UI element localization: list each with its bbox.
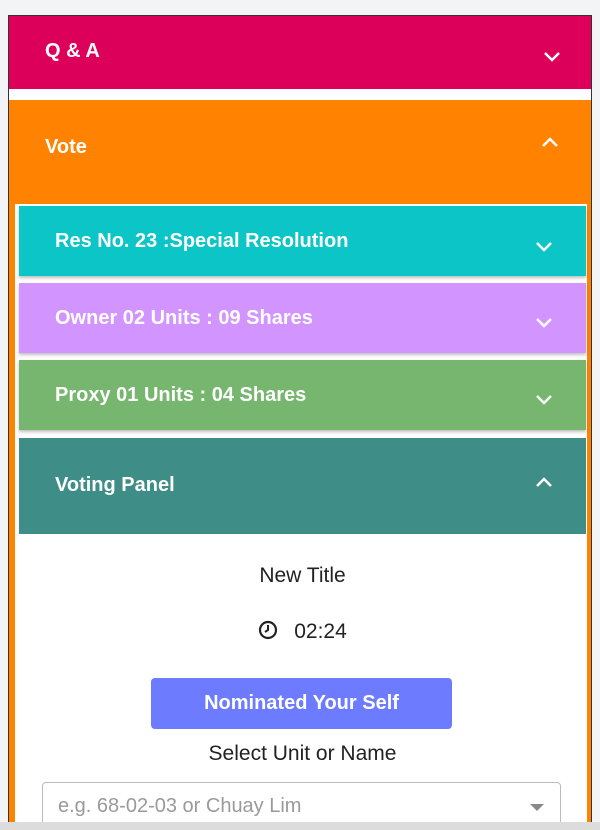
vote-title: New Title: [259, 564, 346, 587]
chevron-up-icon: [535, 476, 553, 488]
app-frame: Q & A Vote Res No. 23 :Special Resolutio…: [8, 15, 592, 830]
chevron-down-icon: [535, 240, 553, 252]
owner-card-header[interactable]: Owner 02 Units : 09 Shares: [19, 283, 586, 353]
owner-label: Owner 02 Units : 09 Shares: [55, 307, 313, 329]
vote-content: Res No. 23 :Special Resolution Owner 02 …: [15, 204, 587, 830]
countdown-timer: 02:24: [19, 620, 586, 646]
chevron-down-icon: [535, 316, 553, 328]
proxy-card-header[interactable]: Proxy 01 Units : 04 Shares: [19, 360, 586, 430]
select-unit-label: Select Unit or Name: [208, 742, 397, 765]
vote-section-label: Vote: [45, 136, 87, 158]
qa-section-label: Q & A: [45, 40, 100, 62]
chevron-down-icon: [535, 393, 553, 405]
clock-icon: [258, 620, 278, 646]
dropdown-caret-icon[interactable]: [530, 804, 544, 811]
resolution-label: Res No. 23 :Special Resolution: [55, 230, 349, 252]
vote-section-body: Res No. 23 :Special Resolution Owner 02 …: [9, 200, 591, 830]
chevron-down-icon: [543, 50, 561, 62]
timer-value: 02:24: [294, 620, 347, 643]
nominate-self-button[interactable]: Nominated Your Self: [151, 678, 452, 729]
horizontal-scrollbar[interactable]: [0, 822, 600, 830]
voting-panel-header[interactable]: Voting Panel: [19, 438, 586, 534]
qa-section-header[interactable]: Q & A: [9, 16, 591, 89]
vote-section-header[interactable]: Vote: [9, 100, 591, 200]
voting-panel-label: Voting Panel: [55, 474, 175, 496]
resolution-card-header[interactable]: Res No. 23 :Special Resolution: [19, 206, 586, 276]
proxy-label: Proxy 01 Units : 04 Shares: [55, 384, 307, 406]
voting-panel-body: New Title 02:24 Nominated Your Self Sele…: [19, 534, 586, 830]
chevron-up-icon: [541, 136, 559, 148]
